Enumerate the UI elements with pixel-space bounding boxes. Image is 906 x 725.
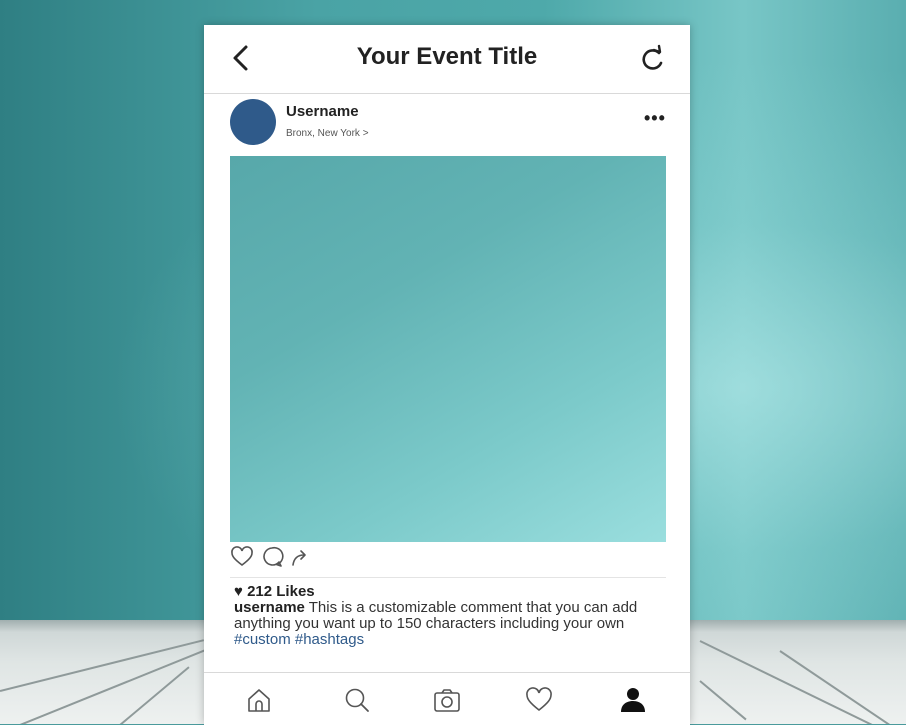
divider [230, 577, 666, 578]
post-photo [230, 156, 666, 542]
floor-line [699, 640, 906, 724]
refresh-icon-svg [642, 44, 663, 70]
back-chevron-icon-svg [233, 45, 248, 71]
refresh-icon[interactable] [638, 41, 668, 77]
nav-bar: Your Event Title [204, 25, 690, 94]
likes-count[interactable]: ♥ 212 Likes [234, 583, 315, 600]
floor-line [19, 649, 206, 724]
camera-icon[interactable] [432, 685, 462, 715]
share-icon[interactable] [288, 545, 312, 569]
caption-hashtags[interactable]: #custom #hashtags [234, 631, 364, 648]
comment-icon-svg [263, 546, 284, 567]
back-chevron-icon[interactable] [226, 39, 256, 77]
home-icon-svg [248, 689, 270, 712]
post-actions [228, 545, 428, 573]
floor-line [119, 666, 190, 724]
profile-icon[interactable] [618, 685, 648, 715]
caption-username[interactable]: username [234, 599, 305, 616]
more-dots-icon[interactable]: ••• [644, 109, 666, 127]
heart-icon[interactable] [524, 685, 554, 715]
heart-icon-svg [231, 546, 253, 567]
search-icon-svg [345, 688, 369, 712]
heart-icon-svg [526, 687, 552, 712]
post-location[interactable]: Bronx, New York > [286, 128, 369, 139]
camera-icon-svg [434, 689, 460, 712]
post-header: Username Bronx, New York > ••• [204, 94, 690, 154]
heart-icon[interactable] [230, 545, 254, 569]
post-username[interactable]: Username [286, 103, 359, 120]
page-title: Your Event Title [356, 43, 538, 70]
post-caption: username This is a customizable comment … [234, 600, 674, 648]
floor-line [0, 639, 205, 692]
phone-frame: Your Event Title Username Bronx, New Yor… [204, 25, 690, 725]
avatar[interactable] [230, 99, 276, 145]
home-icon[interactable] [244, 685, 274, 715]
tab-bar [204, 672, 690, 725]
comment-icon[interactable] [260, 545, 284, 569]
search-icon[interactable] [342, 685, 372, 715]
profile-icon-svg [621, 688, 645, 712]
floor-line [699, 680, 747, 721]
share-icon-svg [292, 550, 306, 566]
